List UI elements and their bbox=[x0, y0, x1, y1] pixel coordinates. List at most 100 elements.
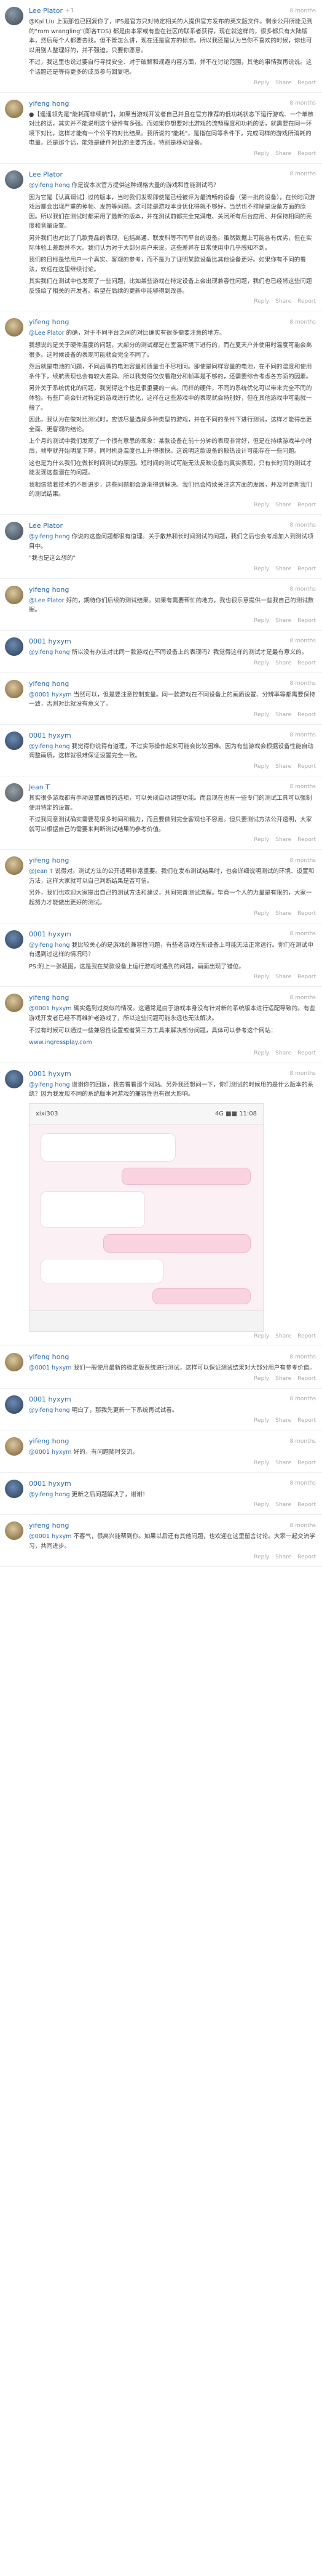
share-button[interactable]: Share bbox=[275, 151, 291, 157]
report-button[interactable]: Report bbox=[297, 566, 316, 572]
comment-author[interactable]: yifeng hong bbox=[29, 856, 69, 864]
mention-link[interactable]: @yifeng hong bbox=[29, 743, 70, 750]
comment-time[interactable]: 8 months bbox=[290, 995, 316, 1001]
comment-time[interactable]: 8 months bbox=[290, 1480, 316, 1486]
reply-button[interactable]: Reply bbox=[254, 151, 269, 157]
avatar[interactable] bbox=[5, 318, 23, 337]
reply-button[interactable]: Reply bbox=[254, 712, 269, 718]
mention-link[interactable]: @0001 hyxym bbox=[29, 1005, 72, 1012]
reply-button[interactable]: Reply bbox=[254, 618, 269, 624]
comment-author[interactable]: yifeng hong bbox=[29, 100, 69, 108]
report-button[interactable]: Report bbox=[297, 974, 316, 980]
avatar[interactable] bbox=[5, 521, 23, 540]
reply-button[interactable]: Reply bbox=[254, 1460, 269, 1466]
report-button[interactable]: Report bbox=[297, 151, 316, 157]
comment-author[interactable]: 0001 hyxym bbox=[29, 1395, 71, 1403]
comment-author[interactable]: yifeng hong bbox=[29, 994, 69, 1002]
comment-author[interactable]: Lee Plator bbox=[29, 522, 63, 530]
comment-time[interactable]: 8 months bbox=[290, 858, 316, 864]
reply-button[interactable]: Reply bbox=[254, 80, 269, 86]
share-button[interactable]: Share bbox=[275, 911, 291, 917]
avatar[interactable] bbox=[5, 1395, 23, 1414]
share-button[interactable]: Share bbox=[275, 298, 291, 305]
reply-button[interactable]: Reply bbox=[254, 298, 269, 305]
comment-author[interactable]: 0001 hyxym bbox=[29, 1480, 71, 1488]
comment-author[interactable]: 0001 hyxym bbox=[29, 732, 71, 740]
reply-button[interactable]: Reply bbox=[254, 1502, 269, 1508]
share-button[interactable]: Share bbox=[275, 974, 291, 980]
mention-link[interactable]: @0001 hyxym bbox=[29, 1533, 72, 1540]
report-button[interactable]: Report bbox=[297, 1554, 316, 1560]
report-button[interactable]: Report bbox=[297, 1333, 316, 1339]
share-button[interactable]: Share bbox=[275, 1376, 291, 1382]
avatar[interactable] bbox=[5, 856, 23, 875]
report-button[interactable]: Report bbox=[297, 298, 316, 305]
report-button[interactable]: Report bbox=[297, 1502, 316, 1508]
comment-author[interactable]: yifeng hong bbox=[29, 680, 69, 688]
share-button[interactable]: Share bbox=[275, 1418, 291, 1424]
comment-time[interactable]: 8 months bbox=[290, 931, 316, 937]
avatar[interactable] bbox=[5, 1521, 23, 1541]
comment-time[interactable]: 8 months bbox=[290, 1438, 316, 1445]
comment-time[interactable]: 8 months bbox=[290, 680, 316, 687]
avatar[interactable] bbox=[5, 7, 23, 25]
comment-author[interactable]: yifeng hong bbox=[29, 1437, 69, 1445]
mention-link[interactable]: @0001 hyxym bbox=[29, 1449, 72, 1456]
share-button[interactable]: Share bbox=[275, 1333, 291, 1339]
avatar[interactable] bbox=[5, 1437, 23, 1456]
avatar[interactable] bbox=[5, 731, 23, 750]
reply-button[interactable]: Reply bbox=[254, 764, 269, 770]
attached-screenshot[interactable]: xixi303 4G ■■ 11:08 bbox=[29, 1103, 264, 1332]
comment-author[interactable]: Jean T bbox=[29, 783, 50, 791]
comment-author[interactable]: 0001 hyxym bbox=[29, 930, 71, 938]
comment-time[interactable]: 8 months bbox=[290, 1071, 316, 1077]
reply-button[interactable]: Reply bbox=[254, 1554, 269, 1560]
comment-time[interactable]: 8 months bbox=[290, 732, 316, 738]
avatar[interactable] bbox=[5, 637, 23, 656]
mention-link[interactable]: @0001 hyxym bbox=[29, 1365, 72, 1371]
avatar[interactable] bbox=[5, 1479, 23, 1498]
mention-link[interactable]: @yifeng hong bbox=[29, 1407, 70, 1414]
reply-button[interactable]: Reply bbox=[254, 837, 269, 843]
comment-time[interactable]: 8 months bbox=[290, 586, 316, 592]
avatar[interactable] bbox=[5, 994, 23, 1013]
comment-author[interactable]: Lee Plator bbox=[29, 7, 63, 15]
report-button[interactable]: Report bbox=[297, 1050, 316, 1056]
mention-link[interactable]: @yifeng hong bbox=[29, 182, 70, 189]
report-button[interactable]: Report bbox=[297, 502, 316, 508]
comment-time[interactable]: 8 months bbox=[290, 1523, 316, 1529]
mention-link[interactable]: @yifeng hong bbox=[29, 942, 70, 949]
share-button[interactable]: Share bbox=[275, 1554, 291, 1560]
reply-button[interactable]: Reply bbox=[254, 1418, 269, 1424]
comment-author[interactable]: 0001 hyxym bbox=[29, 1070, 71, 1078]
share-button[interactable]: Share bbox=[275, 566, 291, 572]
report-button[interactable]: Report bbox=[297, 911, 316, 917]
avatar[interactable] bbox=[5, 783, 23, 802]
share-button[interactable]: Share bbox=[275, 502, 291, 508]
avatar[interactable] bbox=[5, 679, 23, 698]
mention-link[interactable]: @yifeng hong bbox=[29, 1491, 70, 1498]
report-button[interactable]: Report bbox=[297, 1460, 316, 1466]
report-button[interactable]: Report bbox=[297, 1376, 316, 1382]
comment-time[interactable]: 8 months bbox=[290, 1396, 316, 1402]
reply-button[interactable]: Reply bbox=[254, 660, 269, 666]
report-button[interactable]: Report bbox=[297, 80, 316, 86]
report-button[interactable]: Report bbox=[297, 1418, 316, 1424]
mention-link[interactable]: @yifeng hong bbox=[29, 533, 70, 540]
report-button[interactable]: Report bbox=[297, 764, 316, 770]
comment-author[interactable]: yifeng hong bbox=[29, 586, 69, 594]
avatar[interactable] bbox=[5, 99, 23, 118]
share-button[interactable]: Share bbox=[275, 837, 291, 843]
comment-author[interactable]: yifeng hong bbox=[29, 1521, 69, 1529]
avatar[interactable] bbox=[5, 1069, 23, 1088]
comment-time[interactable]: 8 months bbox=[290, 319, 316, 325]
report-button[interactable]: Report bbox=[297, 837, 316, 843]
comment-time[interactable]: 8 months bbox=[290, 638, 316, 644]
reply-button[interactable]: Reply bbox=[254, 1333, 269, 1339]
share-button[interactable]: Share bbox=[275, 1460, 291, 1466]
comment-time[interactable]: 8 months bbox=[290, 1354, 316, 1360]
share-button[interactable]: Share bbox=[275, 1502, 291, 1508]
comment-time[interactable]: 8 months bbox=[290, 8, 316, 14]
reply-button[interactable]: Reply bbox=[254, 911, 269, 917]
mention-link[interactable]: @Lee Plator bbox=[29, 330, 65, 337]
